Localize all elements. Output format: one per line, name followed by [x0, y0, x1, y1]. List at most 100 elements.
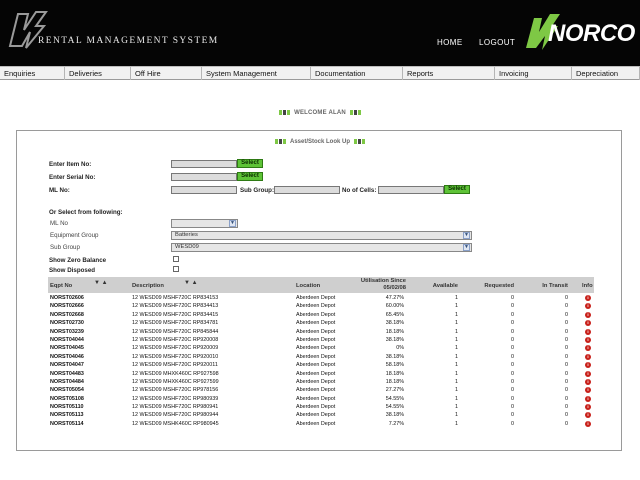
item-no-select-button[interactable]: Select — [237, 159, 263, 168]
info-icon[interactable]: i — [585, 320, 591, 327]
info-icon[interactable]: i — [585, 404, 591, 411]
info-icon[interactable]: i — [585, 370, 591, 377]
equipment-group-dropdown[interactable]: Batteries ▼ — [171, 231, 472, 240]
requested-cell: 0 — [511, 420, 514, 427]
table-row[interactable]: NORST04483 12 WESD09 MHXK460C RP927598 Abe… — [48, 370, 594, 378]
eqpt-no-cell[interactable]: NORST03239 — [50, 329, 84, 335]
menu-documentation[interactable]: Documentation — [311, 67, 403, 80]
menu-deliveries[interactable]: Deliveries — [65, 67, 131, 80]
eqpt-no-cell[interactable]: NORST04044 — [50, 337, 84, 343]
info-icon[interactable]: i — [585, 295, 591, 301]
eqpt-no-cell[interactable]: NORST02730 — [50, 320, 84, 326]
table-row[interactable]: NORST02730 12 WESD09 MSHF720C RP834781 Abe… — [48, 319, 594, 327]
table-row[interactable]: NORST04044 12 WESD09 MSHF720C RP920008 Abe… — [48, 336, 594, 344]
table-row[interactable]: NORST04484 12 WESD09 MHXK460C RP927599 Abe… — [48, 378, 594, 386]
eqpt-no-cell[interactable]: NORST04483 — [50, 371, 84, 377]
info-icon[interactable]: i — [585, 395, 591, 402]
description-cell: 12 WESD09 MHXK460C RP927599 — [132, 378, 219, 385]
show-zero-balance-checkbox[interactable] — [173, 256, 179, 262]
utilisation-cell: 7.27% — [388, 420, 404, 427]
menu-system-management[interactable]: System Management — [202, 67, 311, 80]
col-eqpt-no[interactable]: Eqpt No — [50, 283, 72, 289]
table-row[interactable]: NORST05113 12 WESD09 MSHF720C RP980944 Abe… — [48, 411, 594, 419]
no-cells-input[interactable] — [378, 186, 444, 194]
utilisation-cell: 18.18% — [385, 328, 404, 335]
menu-off-hire[interactable]: Off Hire — [131, 67, 202, 80]
eqpt-no-cell[interactable]: NORST05113 — [50, 412, 84, 418]
info-icon[interactable]: i — [585, 420, 591, 427]
info-icon[interactable]: i — [585, 336, 591, 343]
available-cell: 1 — [455, 345, 458, 352]
item-no-input[interactable] — [171, 160, 237, 168]
col-location: Location — [296, 283, 321, 289]
info-icon[interactable]: i — [585, 303, 591, 310]
table-row[interactable]: NORST04045 12 WESD09 MSHF720C RP920009 Abe… — [48, 344, 594, 352]
ml-no-dropdown[interactable]: ▼ — [171, 219, 238, 228]
in-transit-cell: 0 — [565, 378, 568, 385]
asset-table-body: NORST02606 12 WESD09 MSHF720C RP834153 Abe… — [48, 294, 594, 428]
info-icon[interactable]: i — [585, 387, 591, 394]
info-icon[interactable]: i — [585, 412, 591, 419]
table-row[interactable]: NORST02666 12 WESD09 MSHF720C RP834413 Abe… — [48, 302, 594, 310]
utilisation-cell: 18.18% — [385, 378, 404, 385]
requested-cell: 0 — [511, 404, 514, 411]
cells-select-button[interactable]: Select — [444, 185, 470, 194]
home-link[interactable]: HOME — [437, 38, 463, 47]
eqpt-no-cell[interactable]: NORST04045 — [50, 345, 84, 351]
serial-no-input[interactable] — [171, 173, 237, 181]
sort-icon[interactable]: ▼ ▲ — [94, 280, 108, 286]
info-icon[interactable]: i — [585, 311, 591, 318]
description-cell: 12 WESD09 MSHF720C RP920011 — [132, 362, 218, 369]
table-row[interactable]: NORST05054 12 WESD09 MSHF720C RP978156 Abe… — [48, 386, 594, 394]
col-description[interactable]: Description — [132, 283, 164, 289]
description-cell: 12 WESD09 MSHF720C RP980944 — [132, 412, 219, 419]
description-cell: 12 WESD09 MSHF720C RP980941 — [132, 404, 219, 411]
eqpt-no-cell[interactable]: NORST05110 — [50, 404, 84, 410]
eqpt-no-cell[interactable]: NORST05054 — [50, 387, 84, 393]
available-cell: 1 — [455, 295, 458, 301]
equipment-group-value: Batteries — [175, 232, 198, 238]
show-disposed-checkbox[interactable] — [173, 266, 179, 272]
sort-icon[interactable]: ▼ ▲ — [184, 280, 198, 286]
eqpt-no-cell[interactable]: NORST04484 — [50, 379, 84, 385]
sub-group-dropdown[interactable]: WESD09 ▼ — [171, 243, 472, 252]
eqpt-no-cell[interactable]: NORST02668 — [50, 312, 84, 318]
info-icon[interactable]: i — [585, 378, 591, 385]
table-row[interactable]: NORST05110 12 WESD09 MSHF720C RP980941 Abe… — [48, 403, 594, 411]
location-cell: Aberdeen Depot — [296, 404, 336, 411]
table-row[interactable]: NORST02606 12 WESD09 MSHF720C RP834153 Abe… — [48, 294, 594, 302]
menu-depreciation[interactable]: Depreciation — [572, 67, 640, 80]
table-row[interactable]: NORST05114 12 WESD09 MSHK460C RP980945 Abe… — [48, 420, 594, 428]
menu-enquiries[interactable]: Enquiries — [0, 67, 65, 80]
eqpt-no-cell[interactable]: NORST04046 — [50, 354, 84, 360]
menu-reports[interactable]: Reports — [403, 67, 495, 80]
eqpt-no-cell[interactable]: NORST04047 — [50, 362, 84, 368]
eqpt-no-cell[interactable]: NORST05108 — [50, 396, 84, 402]
available-cell: 1 — [455, 370, 458, 377]
serial-no-select-button[interactable]: Select — [237, 172, 263, 181]
info-icon[interactable]: i — [585, 362, 591, 369]
ml-no-input[interactable] — [171, 186, 237, 194]
sub-group-input[interactable] — [274, 186, 340, 194]
logout-link[interactable]: LOGOUT — [479, 38, 515, 47]
table-row[interactable]: NORST05108 12 WESD09 MSHF720C RP980939 Abe… — [48, 395, 594, 403]
table-row[interactable]: NORST04046 12 WESD09 MSHF720C RP920010 Abe… — [48, 353, 594, 361]
sub-group-value: WESD09 — [175, 244, 199, 250]
location-cell: Aberdeen Depot — [296, 395, 336, 402]
info-icon[interactable]: i — [585, 328, 591, 335]
table-row[interactable]: NORST03239 12 WESD09 MSHF720C RP845844 Abe… — [48, 328, 594, 336]
description-cell: 12 WESD09 MSHF720C RP834413 — [132, 303, 219, 310]
description-cell: 12 WESD09 MSHF720C RP920008 — [132, 336, 219, 343]
eqpt-no-cell[interactable]: NORST05114 — [50, 421, 84, 427]
available-cell: 1 — [455, 378, 458, 385]
description-cell: 12 WESD09 MSHF720C RP980939 — [132, 395, 219, 402]
info-icon[interactable]: i — [585, 353, 591, 360]
table-row[interactable]: NORST04047 12 WESD09 MSHF720C RP920011 Abe… — [48, 361, 594, 369]
chevron-down-icon: ▼ — [463, 232, 470, 239]
col-info: Info — [582, 283, 593, 289]
table-row[interactable]: NORST02668 12 WESD09 MSHF720C RP834415 Abe… — [48, 311, 594, 319]
menu-invoicing[interactable]: Invoicing — [495, 67, 572, 80]
eqpt-no-cell[interactable]: NORST02666 — [50, 303, 84, 309]
info-icon[interactable]: i — [585, 345, 591, 352]
eqpt-no-cell[interactable]: NORST02606 — [50, 295, 84, 301]
